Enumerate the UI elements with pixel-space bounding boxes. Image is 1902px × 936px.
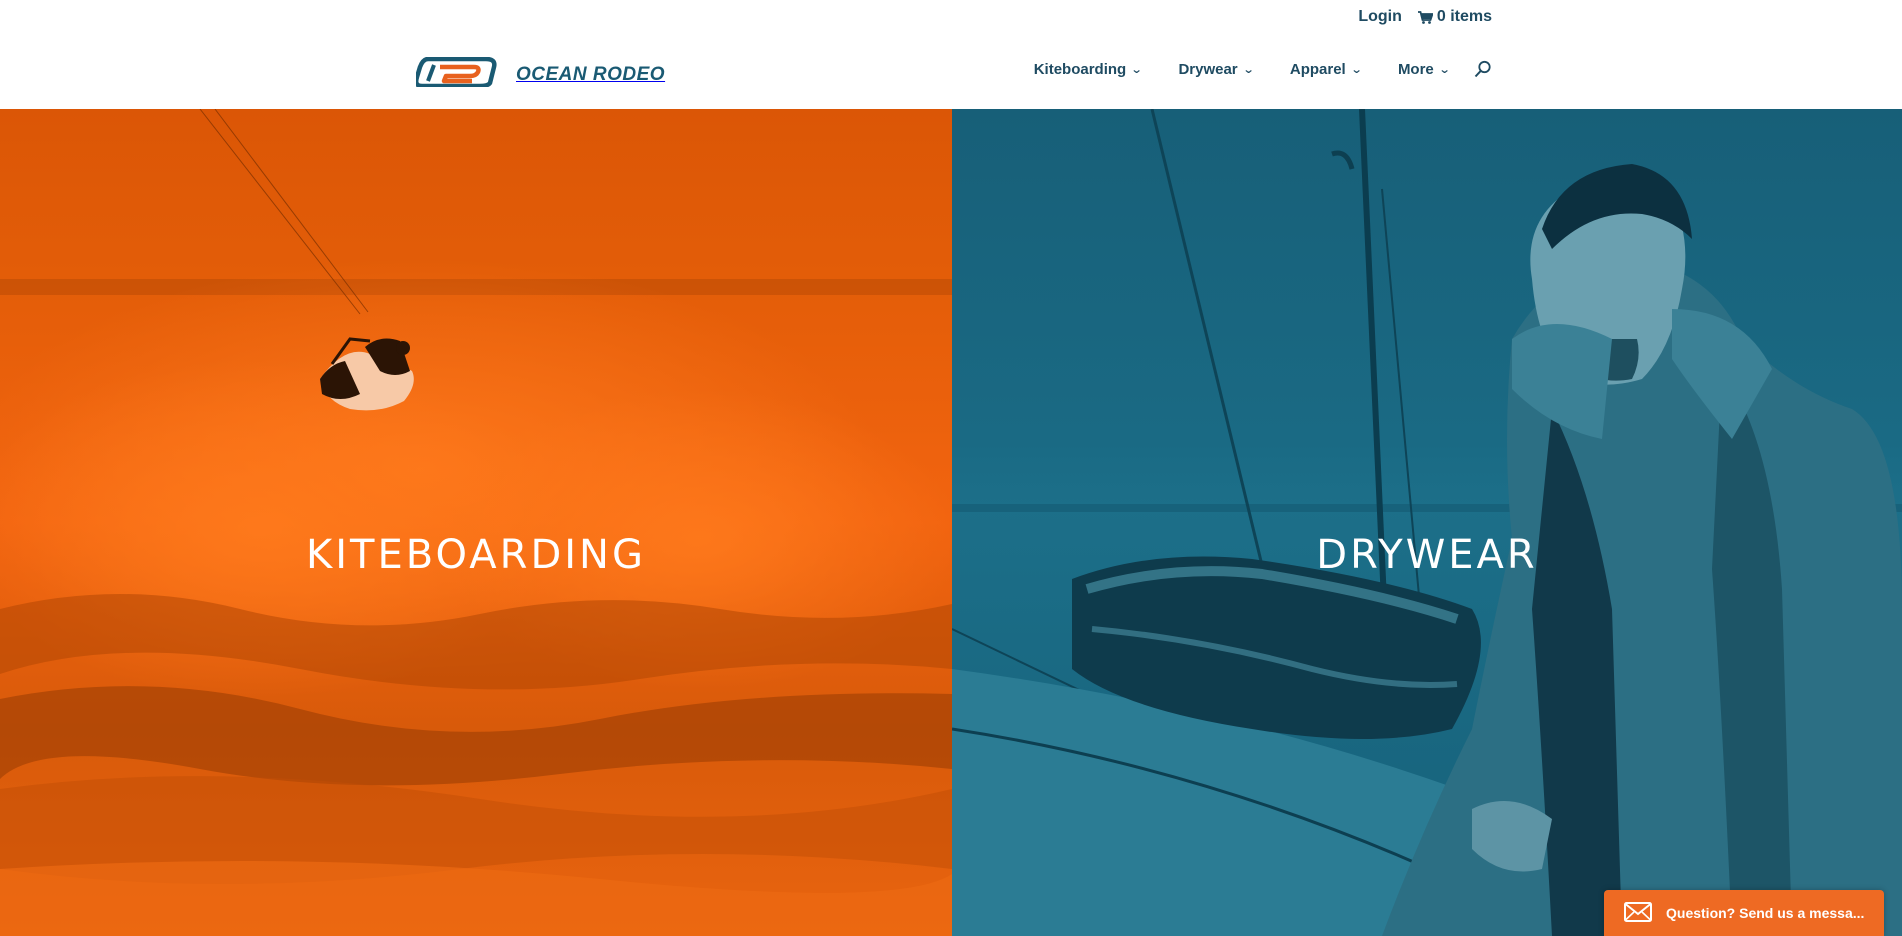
logo-text: OCEAN RODEO <box>516 64 666 85</box>
top-bar: Login 0 items <box>1358 8 1492 26</box>
cart-label: 0 items <box>1436 8 1492 25</box>
nav-item-more[interactable]: More ⌄ <box>1397 60 1451 78</box>
nav-item-drywear[interactable]: Drywear ⌄ <box>1178 60 1255 78</box>
drywear-title: DRYWEAR <box>1316 532 1538 578</box>
cart-link[interactable]: 0 items <box>1417 8 1492 26</box>
chat-label: Question? Send us a messa... <box>1666 905 1865 921</box>
cart-icon <box>1417 10 1433 24</box>
envelope-icon <box>1624 901 1652 925</box>
nav-item-label: Kiteboarding <box>1033 60 1127 78</box>
logo-mark-icon <box>416 57 497 87</box>
chat-widget-button[interactable]: Question? Send us a messa... <box>1604 890 1884 936</box>
nav-item-kiteboarding[interactable]: Kiteboarding ⌄ <box>1033 60 1143 78</box>
chevron-down-icon: ⌄ <box>1130 63 1143 76</box>
login-label: Login <box>1358 8 1402 25</box>
nav-item-label: Apparel <box>1289 60 1346 78</box>
chevron-down-icon: ⌄ <box>1438 63 1451 76</box>
kiteboarding-title: KITEBOARDING <box>306 532 646 578</box>
main-nav: Kiteboarding ⌄ Drywear ⌄ Apparel ⌄ More … <box>997 60 1492 78</box>
logo[interactable]: OCEAN RODEO <box>416 56 665 88</box>
nav-item-label: More <box>1397 60 1434 78</box>
drywear-panel[interactable]: DRYWEAR <box>952 109 1902 936</box>
nav-item-apparel[interactable]: Apparel ⌄ <box>1289 60 1363 78</box>
nav-item-label: Drywear <box>1178 60 1238 78</box>
chevron-down-icon: ⌄ <box>1242 63 1255 76</box>
drywear-photo <box>952 109 1902 936</box>
site-header: Login 0 items OCEAN RODEO Kiteboarding ⌄ <box>0 0 1902 109</box>
kiteboarding-panel[interactable]: KITEBOARDING <box>0 109 952 936</box>
kiteboarding-photo <box>0 109 952 936</box>
chevron-down-icon: ⌄ <box>1350 63 1363 76</box>
login-link[interactable]: Login <box>1358 8 1402 26</box>
search-icon[interactable] <box>1474 60 1492 78</box>
